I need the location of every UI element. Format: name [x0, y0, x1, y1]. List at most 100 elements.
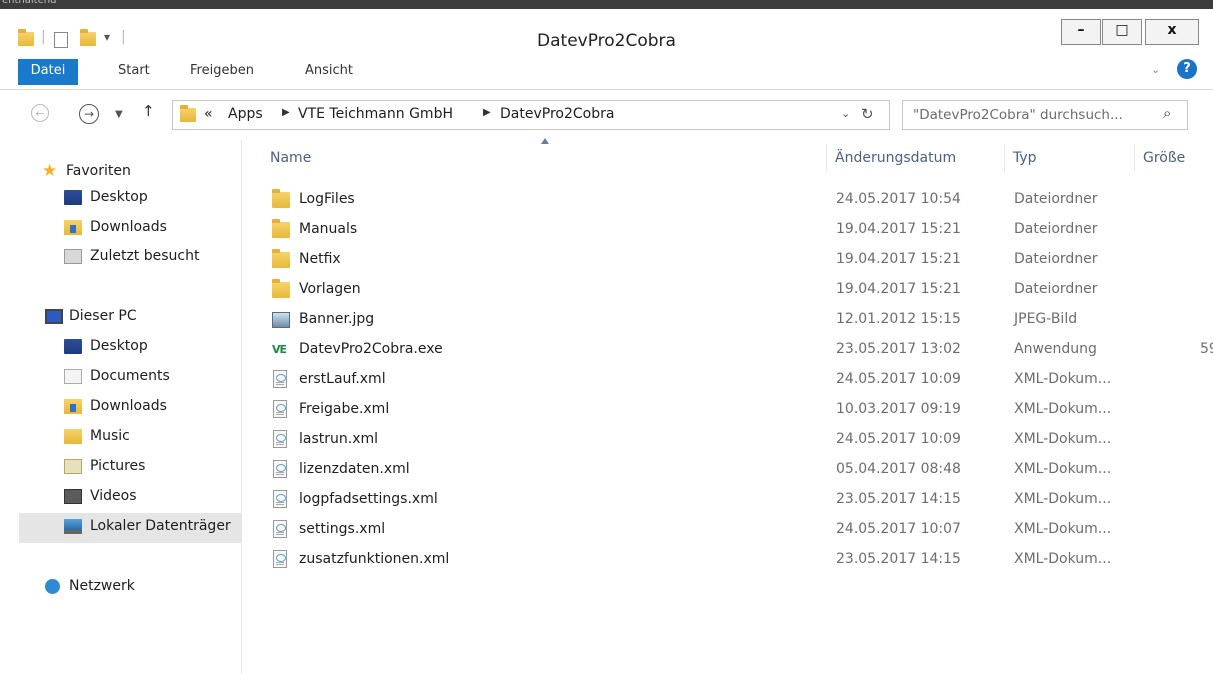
tab-freigeben[interactable]: Freigeben — [190, 63, 254, 78]
file-date: 10.03.2017 09:19 — [836, 401, 961, 417]
videos-icon — [64, 489, 82, 504]
maximize-button[interactable]: □ — [1102, 19, 1142, 45]
title-bar[interactable]: | ▾ | DatevPro2Cobra – □ x — [0, 9, 1213, 57]
file-type: Anwendung — [1014, 341, 1097, 357]
file-name: Manuals — [299, 221, 358, 237]
column-header-type[interactable]: Typ — [1013, 150, 1037, 166]
file-date: 12.01.2012 15:15 — [836, 311, 961, 327]
minimize-button[interactable]: – — [1061, 19, 1101, 45]
column-divider[interactable] — [1004, 144, 1005, 172]
file-date: 19.04.2017 15:21 — [836, 221, 961, 237]
breadcrumb-arrow-icon[interactable]: ▶ — [282, 107, 290, 118]
file-row[interactable]: Banner.jpg 12.01.2012 15:15 JPEG-Bild — [262, 305, 1213, 335]
star-icon: ★ — [42, 161, 58, 181]
file-row[interactable]: lizenzdaten.xml 05.04.2017 08:48 XML-Dokum… — [262, 455, 1213, 485]
file-date: 24.05.2017 10:54 — [836, 191, 961, 207]
breadcrumb-arrow-icon[interactable]: ▶ — [483, 107, 491, 118]
file-name: logpfadsettings.xml — [299, 491, 438, 507]
file-row[interactable]: VE DatevPro2Cobra.exe 23.05.2017 13:02 Anwe… — [262, 335, 1213, 365]
forward-icon[interactable]: → — [79, 104, 99, 124]
recent-locations-icon[interactable]: ▼ — [115, 109, 123, 120]
file-name: Banner.jpg — [299, 311, 375, 327]
desktop-icon — [64, 339, 82, 354]
file-date: 23.05.2017 13:02 — [836, 341, 961, 357]
file-name: Netfix — [299, 251, 341, 267]
close-icon: x — [1167, 22, 1177, 38]
xml-file-icon — [273, 430, 287, 448]
file-name: lastrun.xml — [299, 431, 379, 447]
file-row[interactable]: Vorlagen 19.04.2017 15:21 Dateiordner — [262, 275, 1213, 305]
window-top-strip: enthaltend — [0, 0, 1213, 9]
desktop-icon — [64, 190, 82, 205]
minimize-icon: – — [1077, 22, 1085, 38]
column-divider[interactable] — [826, 144, 827, 172]
computer-icon — [45, 309, 63, 324]
refresh-icon[interactable]: ↻ — [861, 105, 874, 123]
back-icon[interactable]: ← — [31, 104, 49, 122]
file-type: XML-Dokum... — [1014, 461, 1112, 477]
image-icon — [272, 312, 290, 328]
file-date: 24.05.2017 10:09 — [836, 371, 961, 387]
music-icon — [64, 429, 82, 444]
file-type: XML-Dokum... — [1014, 491, 1112, 507]
breadcrumb-apps[interactable]: Apps — [228, 106, 263, 122]
file-date: 23.05.2017 14:15 — [836, 551, 961, 567]
up-icon[interactable]: ↑ — [142, 102, 155, 120]
file-type: Dateiordner — [1014, 281, 1098, 297]
tab-ansicht[interactable]: Ansicht — [305, 63, 353, 78]
file-name: zusatzfunktionen.xml — [299, 551, 450, 567]
search-placeholder: "DatevPro2Cobra" durchsuch... — [913, 107, 1123, 123]
search-icon[interactable]: ⌕ — [1163, 104, 1171, 122]
file-name: erstLauf.xml — [299, 371, 386, 387]
breadcrumb-overflow[interactable]: « — [204, 106, 213, 122]
file-row[interactable]: logpfadsettings.xml 23.05.2017 14:15 XML-D… — [262, 485, 1213, 515]
xml-file-icon — [273, 550, 287, 568]
file-row[interactable]: zusatzfunktionen.xml 23.05.2017 14:15 XML-… — [262, 545, 1213, 575]
file-row[interactable]: settings.xml 24.05.2017 10:07 XML-Dokum... — [262, 515, 1213, 545]
file-type: XML-Dokum... — [1014, 521, 1112, 537]
file-name: lizenzdaten.xml — [299, 461, 410, 477]
file-name: Vorlagen — [299, 281, 361, 297]
file-name: DatevPro2Cobra.exe — [299, 341, 443, 357]
breadcrumb-vte[interactable]: VTE Teichmann GmbH — [298, 106, 453, 122]
tab-datei[interactable]: Datei — [18, 59, 78, 85]
folder-icon — [272, 219, 290, 238]
file-name: settings.xml — [299, 521, 386, 537]
top-strip-text: enthaltend — [2, 0, 57, 6]
ribbon-bar — [0, 57, 1213, 90]
help-icon[interactable]: ? — [1177, 59, 1197, 79]
folder-icon — [180, 105, 196, 122]
xml-file-icon — [273, 490, 287, 508]
file-row[interactable]: erstLauf.xml 24.05.2017 10:09 XML-Dokum... — [262, 365, 1213, 395]
sort-ascending-icon — [541, 138, 549, 144]
column-divider[interactable] — [1134, 144, 1135, 172]
folder-icon — [272, 189, 290, 208]
file-name: Freigabe.xml — [299, 401, 390, 417]
close-button[interactable]: x — [1145, 19, 1199, 45]
file-date: 24.05.2017 10:09 — [836, 431, 961, 447]
file-type: XML-Dokum... — [1014, 431, 1112, 447]
search-input[interactable]: "DatevPro2Cobra" durchsuch... ⌕ — [902, 100, 1188, 130]
network-icon — [45, 579, 60, 594]
column-header-name[interactable]: Name — [270, 150, 311, 166]
file-row[interactable]: lastrun.xml 24.05.2017 10:09 XML-Dokum... — [262, 425, 1213, 455]
file-type: XML-Dokum... — [1014, 551, 1112, 567]
app-icon: VE — [272, 343, 287, 356]
folder-icon — [272, 249, 290, 268]
file-date: 19.04.2017 15:21 — [836, 251, 961, 267]
column-header-size[interactable]: Größe — [1143, 150, 1185, 166]
tab-start[interactable]: Start — [118, 63, 150, 78]
file-row[interactable]: Netfix 19.04.2017 15:21 Dateiordner — [262, 245, 1213, 275]
window-title: DatevPro2Cobra — [537, 31, 676, 51]
file-row[interactable]: Manuals 19.04.2017 15:21 Dateiordner — [262, 215, 1213, 245]
column-header-date[interactable]: Änderungsdatum — [835, 150, 956, 166]
recent-places-icon — [64, 249, 82, 264]
address-bar[interactable]: « Apps ▶ VTE Teichmann GmbH ▶ DatevPro2C… — [172, 100, 890, 130]
file-row[interactable]: Freigabe.xml 10.03.2017 09:19 XML-Dokum... — [262, 395, 1213, 425]
address-dropdown-icon[interactable]: ⌄ — [841, 107, 850, 120]
breadcrumb-current[interactable]: DatevPro2Cobra — [500, 106, 614, 122]
file-type: Dateiordner — [1014, 221, 1098, 237]
expand-ribbon-icon[interactable]: ⌄ — [1151, 63, 1160, 76]
file-row[interactable]: LogFiles 24.05.2017 10:54 Dateiordner — [262, 185, 1213, 215]
file-size: 59 — [1200, 341, 1213, 357]
